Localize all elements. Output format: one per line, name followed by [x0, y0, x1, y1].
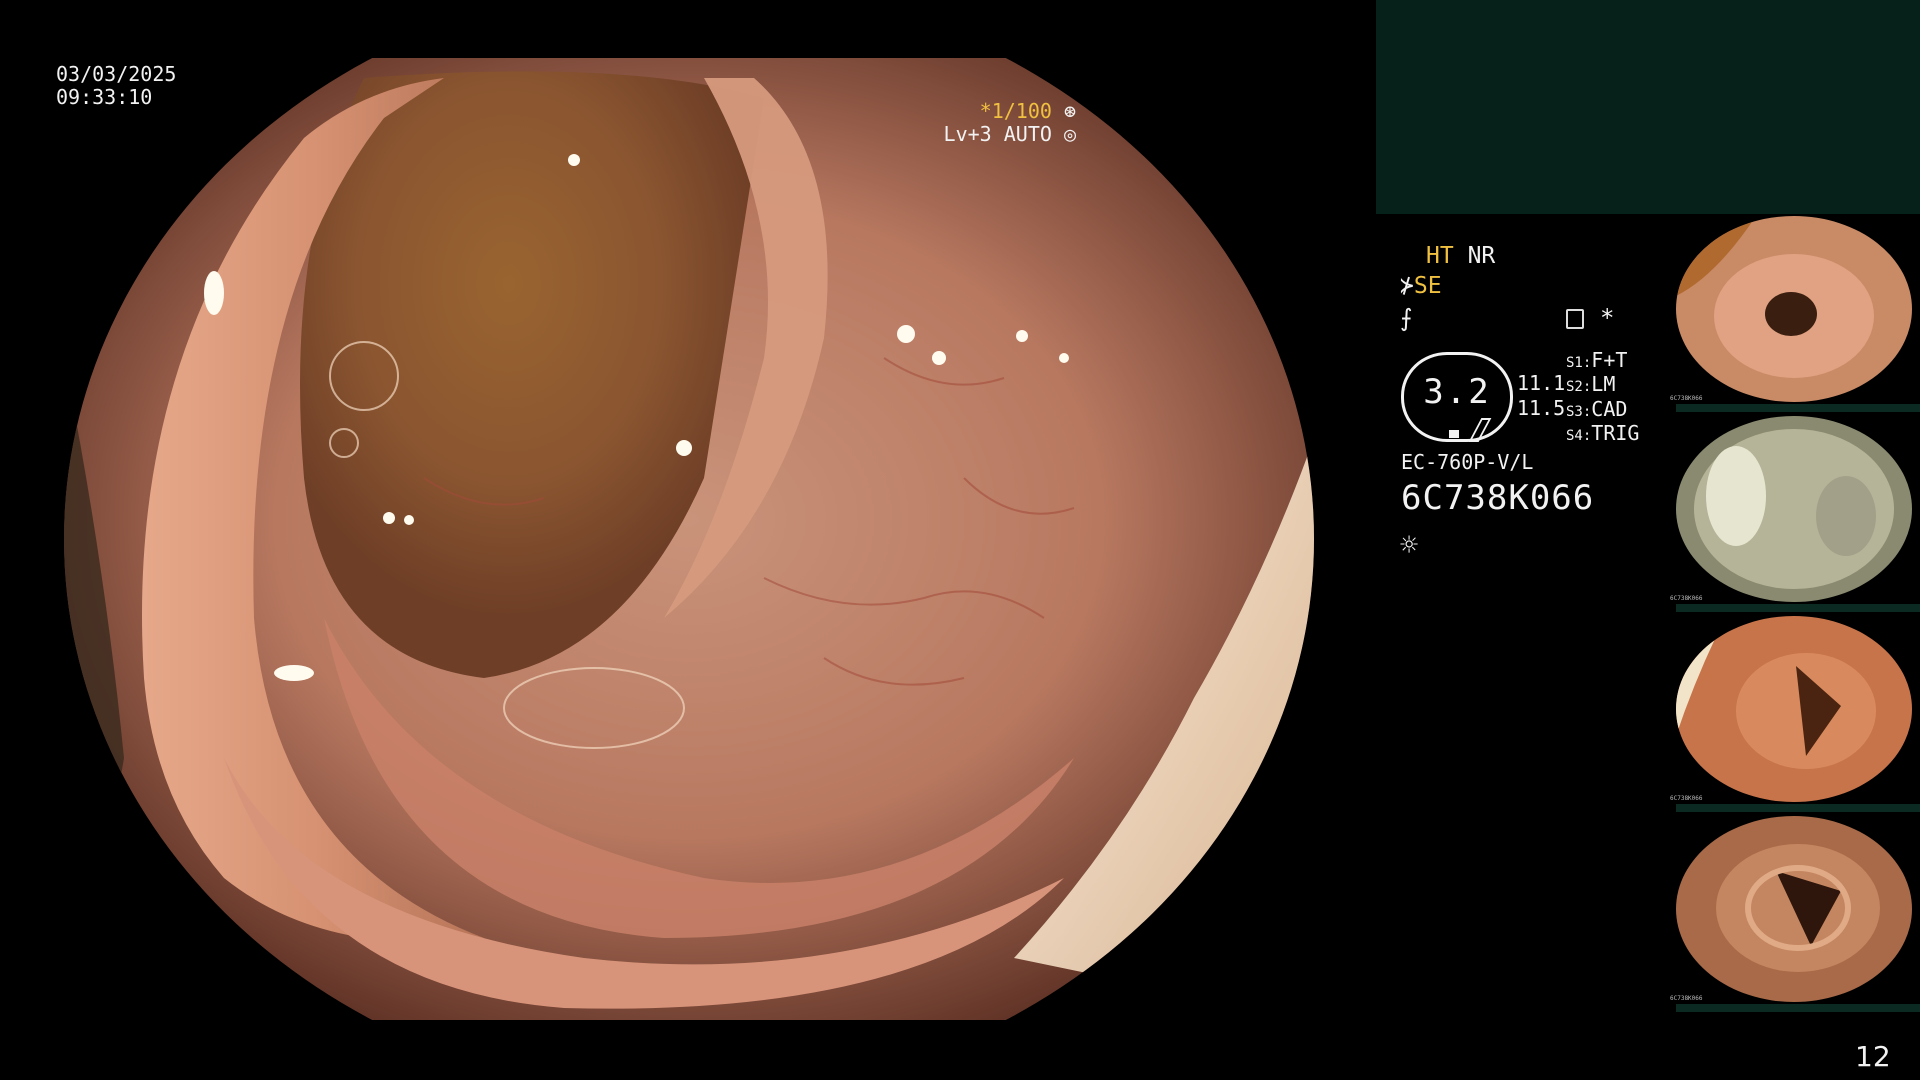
freeze-icon: ⨍	[1400, 304, 1413, 332]
thumbnail-image	[1676, 616, 1912, 802]
thumbnail[interactable]: 6C738K066	[1670, 816, 1920, 1014]
shutter-speed-text: *1/100	[979, 99, 1052, 123]
scope-model: EC-760P-V/L	[1401, 450, 1534, 474]
image-mode-row: HT NR	[1400, 243, 1495, 269]
thumbnail[interactable]: 6C738K066	[1670, 616, 1920, 814]
zoom-numbers: 11.1 11.5	[1517, 371, 1565, 421]
scope-icon: ⊁	[1400, 273, 1414, 299]
thumbnail-label: 6C738K066	[1670, 395, 1703, 402]
star-indicator: *	[1600, 304, 1615, 332]
keyboard-icon	[1566, 309, 1584, 329]
thumbnail-caption-bar	[1676, 1004, 1920, 1012]
switch-row: S4:TRIG	[1566, 421, 1640, 446]
thumbnail-label: 6C738K066	[1670, 995, 1703, 1002]
zoom-bottom-value: 11.5	[1517, 396, 1566, 420]
mode-nr: NR	[1467, 243, 1496, 269]
switch-row: S3:CAD	[1566, 396, 1628, 421]
structure-enhancement-row: ⊁SE	[1400, 273, 1442, 299]
zoom-value: 3.2	[1423, 372, 1491, 412]
date-time-display: 03/03/2025 09:33:10	[56, 63, 176, 109]
switch-row: S1:F+T	[1566, 348, 1628, 372]
switch-row: S2:LM	[1566, 372, 1616, 397]
level-mode-text: Lv+3 AUTO	[943, 122, 1052, 146]
zoom-top-value: 11.1	[1517, 371, 1566, 395]
iris-icon: ⊛	[1063, 99, 1076, 123]
thumbnail-image	[1676, 216, 1912, 402]
scope-serial: 6C738K066	[1401, 478, 1595, 518]
capture-thumbnail-strip: 6C738K066 6C738K066 6C738K066 6C738K066	[1670, 216, 1920, 1016]
info-header-panel	[1376, 0, 1920, 214]
thumbnail-image	[1676, 816, 1912, 1002]
thumbnail-label: 6C738K066	[1670, 795, 1703, 802]
thumbnail-image	[1676, 416, 1912, 602]
thumbnail-label: 6C738K066	[1670, 595, 1703, 602]
exposure-display: *1/100 ⊛ Lv+3 AUTO ◎	[944, 100, 1076, 146]
thumbnail-caption-bar	[1676, 604, 1920, 612]
thumbnail-caption-bar	[1676, 804, 1920, 812]
brightness-icon: ☼	[1400, 528, 1419, 563]
thumbnail[interactable]: 6C738K066	[1670, 216, 1920, 414]
scope-switch-list: S1:F+T S2:LM S3:CAD S4:TRIG	[1566, 348, 1639, 446]
mode-ht: HT	[1426, 243, 1454, 269]
mode-se: SE	[1413, 273, 1442, 299]
light-icon: ◎	[1063, 122, 1076, 146]
endoscopy-screen: 03/03/2025 09:33:10 *1/100 ⊛ Lv+3 AUTO ◎…	[0, 0, 1920, 1080]
thumbnail[interactable]: 6C738K066	[1670, 416, 1920, 614]
zoom-marker	[1449, 430, 1459, 438]
endoscope-live-image	[64, 58, 1314, 1020]
date-text: 03/03/2025	[56, 62, 177, 86]
page-number: 12	[1855, 1040, 1891, 1073]
thumbnail-caption-bar	[1676, 404, 1920, 412]
time-text: 09:33:10	[56, 85, 153, 109]
